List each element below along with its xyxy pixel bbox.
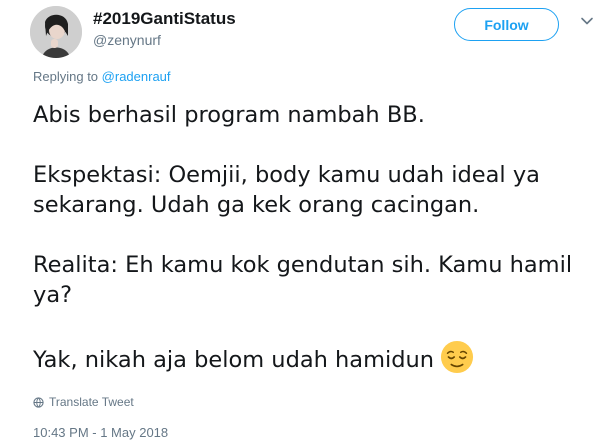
tweet-paragraph: Realita: Eh kamu kok gendutan sih. Kamu … xyxy=(33,252,573,308)
user-handle[interactable]: @zenynurf xyxy=(93,32,161,48)
tweet-paragraph-last: Yak, nikah aja belom udah hamidun xyxy=(33,340,593,375)
translate-tweet[interactable]: Translate Tweet xyxy=(33,395,134,409)
tweet-paragraph: Ekspektasi: Oemjii, body kamu udah ideal… xyxy=(33,162,540,218)
tweet-paragraph-text: Yak, nikah aja belom udah hamidun xyxy=(33,347,435,373)
replying-to: Replying to @radenrauf xyxy=(33,69,171,84)
chevron-down-icon[interactable] xyxy=(580,14,594,28)
relieved-face-emoji-icon xyxy=(441,340,474,374)
follow-button[interactable]: Follow xyxy=(454,8,559,41)
display-name[interactable]: #2019GantiStatus xyxy=(93,9,236,29)
translate-label[interactable]: Translate Tweet xyxy=(49,395,134,409)
tweet-paragraph: Abis berhasil program nambah BB. xyxy=(33,102,425,128)
avatar[interactable] xyxy=(30,6,82,58)
globe-icon xyxy=(33,396,44,408)
avatar-image xyxy=(30,6,82,58)
tweet-card: #2019GantiStatus @zenynurf Follow Replyi… xyxy=(0,0,614,445)
replying-prefix: Replying to xyxy=(33,69,99,84)
tweet-text: Abis berhasil program nambah BB. Ekspekt… xyxy=(33,100,593,405)
timestamp[interactable]: 10:43 PM - 1 May 2018 xyxy=(33,425,168,440)
replying-mention-link[interactable]: @radenrauf xyxy=(102,69,171,84)
